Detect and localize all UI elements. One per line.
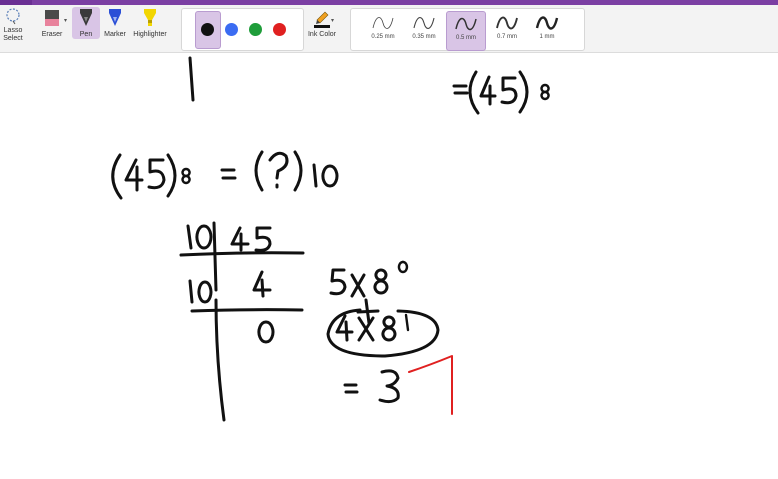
thickness-label: 1 mm (539, 34, 555, 40)
eraser-dropdown-chevron-icon[interactable]: ▾ (64, 17, 67, 24)
ink-color-pencil-icon (314, 11, 330, 28)
eraser-icon (45, 10, 59, 26)
highlighter-button[interactable]: Highlighter (130, 7, 170, 39)
thickness-label: 0.25 mm (371, 34, 395, 40)
ink-color-button[interactable]: Ink Color (304, 7, 340, 39)
thickness-0-25mm-button[interactable]: 0.25 mm (364, 11, 402, 49)
pen-icon (80, 9, 92, 26)
lasso-select-button[interactable]: Lasso Select (2, 7, 24, 43)
marker-label: Marker (104, 31, 126, 38)
thickness-label: 0.7 mm (496, 34, 517, 40)
color-swatch-black[interactable] (201, 23, 214, 36)
stroke-sample-bold-icon (496, 16, 518, 30)
handwritten-ink (111, 56, 550, 422)
stroke-sample-thin-icon (372, 17, 394, 29)
thickness-0-5mm-button[interactable]: 0.5 mm (446, 11, 486, 51)
marker-icon (109, 9, 121, 26)
lasso-select-label: Lasso Select (3, 27, 23, 42)
color-swatch-green[interactable] (249, 23, 262, 36)
thickness-label: 0.35 mm (412, 34, 436, 40)
pen-label: Pen (79, 31, 93, 38)
eraser-button[interactable]: Eraser (38, 7, 66, 39)
pen-button[interactable]: Pen (72, 7, 100, 39)
thickness-label: 0.5 mm (455, 35, 476, 41)
highlighter-icon (144, 9, 156, 26)
ink-color-dropdown-chevron-icon[interactable]: ▾ (331, 17, 334, 24)
ink-color-label: Ink Color (307, 31, 336, 38)
eraser-label: Eraser (41, 31, 63, 38)
stroke-sample-medium-icon (455, 17, 477, 31)
highlighter-label: Highlighter (133, 31, 167, 38)
marker-button[interactable]: Marker (102, 7, 128, 39)
thickness-0-7mm-button[interactable]: 0.7 mm (488, 11, 526, 49)
color-swatch-blue[interactable] (225, 23, 238, 36)
draw-ribbon: Lasso Select Eraser ▾ Pen Marker Highlig… (0, 5, 778, 53)
color-swatch-red[interactable] (273, 23, 286, 36)
lasso-icon (6, 8, 20, 25)
stroke-sample-light-icon (413, 17, 435, 29)
drawing-canvas[interactable] (0, 52, 778, 474)
stroke-sample-heavy-icon (535, 16, 559, 30)
thickness-0-35mm-button[interactable]: 0.35 mm (405, 11, 443, 49)
thickness-1mm-button[interactable]: 1 mm (528, 11, 566, 49)
color-palette (181, 8, 304, 51)
